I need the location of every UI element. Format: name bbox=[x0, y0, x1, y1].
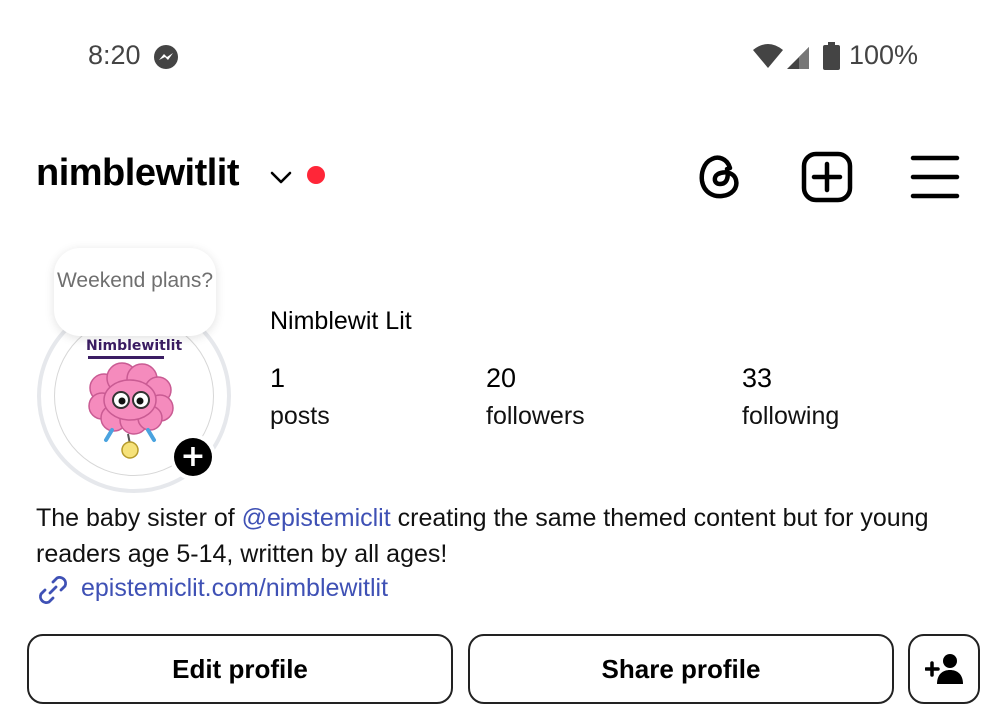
bio-text: The baby sister of @epistemiclit creatin… bbox=[36, 500, 976, 572]
followers-label[interactable]: followers bbox=[486, 402, 585, 431]
threads-icon[interactable] bbox=[694, 150, 744, 202]
following-label[interactable]: following bbox=[742, 402, 839, 431]
cell-signal-icon bbox=[787, 47, 809, 69]
status-time: 8:20 bbox=[88, 40, 141, 70]
menu-icon[interactable] bbox=[910, 153, 960, 201]
battery-percent: 100% bbox=[849, 40, 919, 70]
edit-profile-button[interactable]: Edit profile bbox=[27, 634, 453, 704]
chevron-down-icon[interactable] bbox=[268, 164, 294, 190]
link-icon bbox=[39, 576, 67, 604]
plus-icon[interactable]: + bbox=[174, 438, 212, 476]
bio-prefix: The baby sister of bbox=[36, 504, 242, 532]
account-username[interactable]: nimblewitlit bbox=[36, 152, 240, 195]
posts-count[interactable]: 1 bbox=[270, 363, 285, 394]
messenger-icon bbox=[154, 45, 178, 69]
add-person-icon[interactable] bbox=[925, 652, 965, 686]
brain-mascot-icon bbox=[88, 362, 174, 459]
create-post-icon[interactable] bbox=[801, 151, 853, 203]
display-name: Nimblewit Lit bbox=[270, 307, 412, 335]
wifi-icon bbox=[753, 44, 783, 68]
bio-mention-link[interactable]: @epistemiclit bbox=[242, 504, 391, 532]
note-text: Weekend plans? bbox=[56, 269, 214, 292]
unread-dot bbox=[307, 166, 325, 184]
bio-website-link[interactable]: epistemiclit.com/nimblewitlit bbox=[81, 574, 388, 603]
battery-icon bbox=[823, 42, 840, 70]
posts-label[interactable]: posts bbox=[270, 402, 330, 431]
following-count[interactable]: 33 bbox=[742, 363, 772, 394]
followers-count[interactable]: 20 bbox=[486, 363, 516, 394]
share-profile-button[interactable]: Share profile bbox=[468, 634, 894, 704]
